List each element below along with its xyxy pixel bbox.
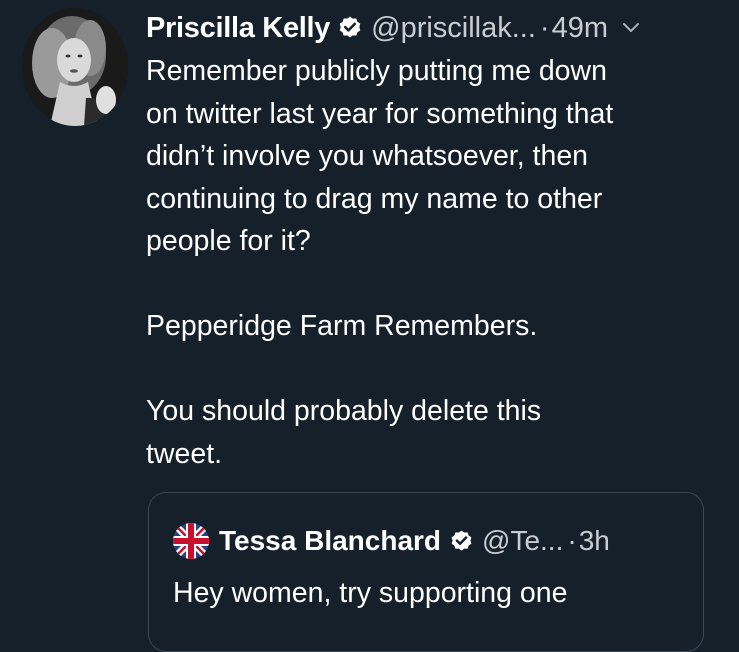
separator-dot: · bbox=[539, 11, 550, 44]
avatar[interactable] bbox=[22, 8, 128, 126]
author-handle[interactable]: @priscillak... bbox=[371, 12, 536, 45]
tweet-text: Remember publicly putting me down on twi… bbox=[146, 55, 614, 470]
quoted-author-avatar[interactable] bbox=[173, 523, 209, 559]
separator-dot: · bbox=[567, 525, 577, 556]
quoted-author-handle[interactable]: @Te... bbox=[482, 525, 563, 557]
union-jack-avatar-icon bbox=[173, 523, 209, 559]
author-display-name[interactable]: Priscilla Kelly bbox=[146, 12, 330, 45]
quoted-tweet-header: Tessa Blanchard @Te... · 3h bbox=[173, 523, 610, 559]
verified-badge-icon bbox=[339, 16, 361, 38]
profile-photo-icon bbox=[22, 8, 128, 126]
tweet-header: Priscilla Kelly @priscillak... · 49m bbox=[146, 8, 726, 48]
chevron-down-icon[interactable] bbox=[622, 22, 640, 34]
tweet[interactable]: Priscilla Kelly @priscillak... · 49m Rem… bbox=[0, 0, 739, 652]
verified-badge-icon bbox=[451, 530, 472, 551]
quoted-tweet-text: Hey women, try supporting one bbox=[173, 577, 568, 609]
quoted-tweet-timestamp[interactable]: 3h bbox=[579, 525, 610, 557]
quoted-tweet[interactable]: Tessa Blanchard @Te... · 3h Hey women, t… bbox=[148, 492, 704, 652]
tweet-timestamp[interactable]: 49m bbox=[552, 12, 608, 45]
quoted-author-display-name[interactable]: Tessa Blanchard bbox=[219, 525, 441, 557]
